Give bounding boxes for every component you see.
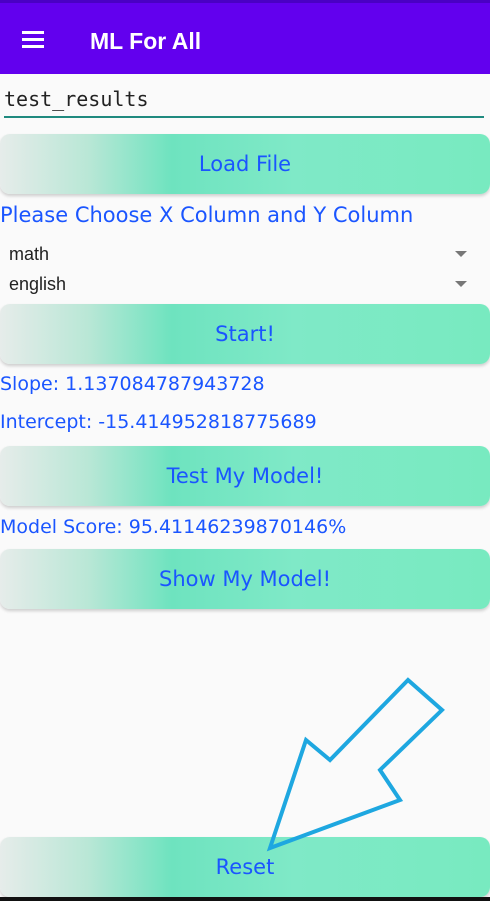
app-bar: ML For All — [0, 0, 490, 74]
show-model-button[interactable]: Show My Model! — [0, 549, 490, 609]
slope-text: Slope: 1.137084787943728 — [0, 373, 265, 395]
hamburger-menu-icon[interactable] — [22, 31, 44, 48]
app-title: ML For All — [90, 28, 202, 54]
test-model-button[interactable]: Test My Model! — [0, 446, 490, 506]
dropdown-arrow-icon — [455, 281, 467, 287]
filename-input[interactable] — [4, 86, 484, 118]
model-score-text: Model Score: 95.41146239870146% — [0, 516, 347, 538]
y-column-value: english — [9, 274, 67, 294]
y-column-spinner[interactable]: english — [9, 271, 479, 297]
reset-button[interactable]: Reset — [0, 837, 490, 897]
dropdown-arrow-icon — [455, 251, 467, 257]
x-column-value: math — [9, 244, 50, 264]
x-column-spinner[interactable]: math — [9, 241, 479, 267]
load-file-button[interactable]: Load File — [0, 134, 490, 194]
app-screen: ML For All Load File Please Choose X Col… — [0, 0, 490, 901]
system-nav-bar — [0, 897, 490, 901]
intercept-text: Intercept: -15.414952818775689 — [0, 411, 317, 433]
choose-columns-prompt: Please Choose X Column and Y Column — [0, 203, 414, 227]
start-button[interactable]: Start! — [0, 304, 490, 364]
